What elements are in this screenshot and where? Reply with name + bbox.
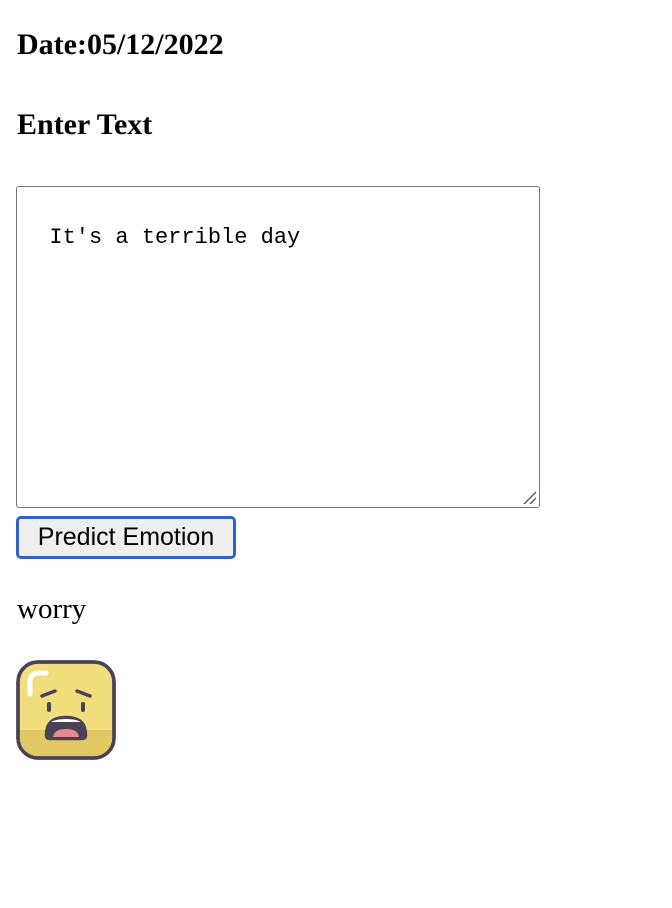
resize-grip-icon[interactable] <box>521 489 537 505</box>
date-heading: Date:05/12/2022 <box>17 28 224 61</box>
worried-face-icon <box>16 660 116 760</box>
text-input-area[interactable]: It's a terrible day <box>16 186 540 508</box>
enter-text-heading: Enter Text <box>17 108 153 141</box>
predict-emotion-button[interactable]: Predict Emotion <box>16 516 236 559</box>
text-input-value[interactable]: It's a terrible day <box>49 225 300 250</box>
predicted-emotion-text: worry <box>17 593 87 625</box>
